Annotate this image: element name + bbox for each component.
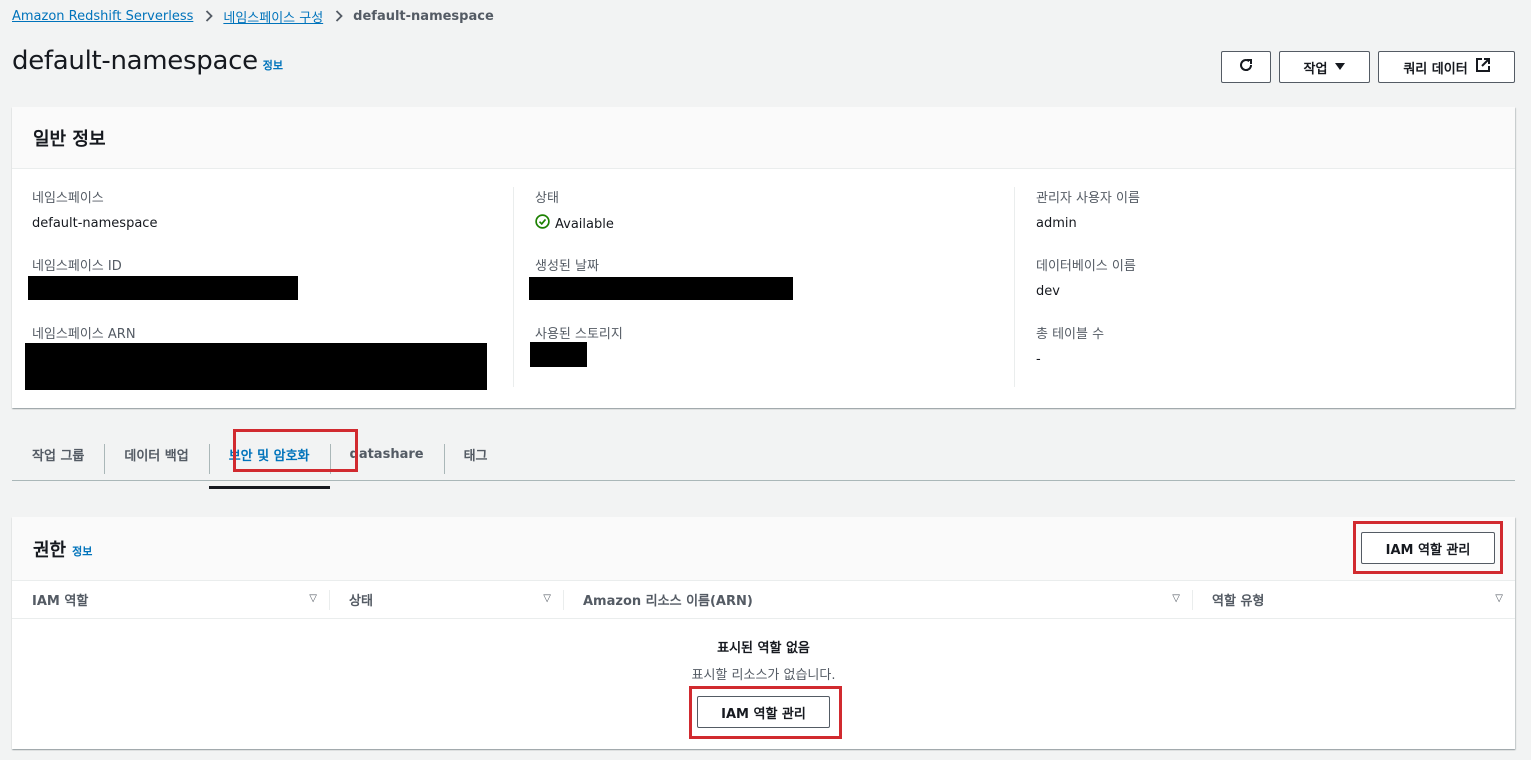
column-status-label: 상태 <box>349 594 373 609</box>
namespace-arn-label: 네임스페이스 ARN <box>32 327 136 342</box>
kv-admin-user: 관리자 사용자 이름 admin <box>1036 189 1504 255</box>
column-arn-label: Amazon 리소스 이름(ARN) <box>583 594 753 609</box>
general-info-header: 일반 정보 <box>12 107 1515 169</box>
roles-empty-state: 표시된 역할 없음 표시할 리소스가 없습니다. IAM 역할 관리 <box>12 619 1515 728</box>
storage-label: 사용된 스토리지 <box>535 327 623 342</box>
caret-down-icon <box>1335 60 1346 75</box>
refresh-icon <box>1238 57 1254 77</box>
tab-datashare[interactable]: datashare <box>329 436 444 474</box>
table-count-value: - <box>1036 352 1041 367</box>
general-info-column-3: 관리자 사용자 이름 admin 데이터베이스 이름 dev 총 테이블 수 - <box>1014 187 1504 387</box>
breadcrumb-current: default-namespace <box>353 8 494 24</box>
namespace-label: 네임스페이스 <box>32 191 104 206</box>
sort-down-icon[interactable]: ▽ <box>1495 593 1503 604</box>
kv-database: 데이터베이스 이름 dev <box>1036 257 1504 323</box>
roles-table-header: IAM 역할 ▽ 상태 ▽ Amazon 리소스 이름(ARN) ▽ 역할 유형… <box>12 581 1515 619</box>
kv-namespace: 네임스페이스 default-namespace <box>32 189 512 255</box>
header-actions: 작업 쿼리 데이터 <box>1221 51 1515 83</box>
column-header-arn[interactable]: Amazon 리소스 이름(ARN) ▽ <box>563 581 1192 618</box>
column-header-iam-role[interactable]: IAM 역할 ▽ <box>12 581 329 618</box>
column-header-status[interactable]: 상태 ▽ <box>329 581 563 618</box>
chevron-right-icon <box>335 10 343 22</box>
redacted-namespace-id <box>28 276 298 300</box>
redacted-created-date <box>529 277 793 300</box>
status-label: 상태 <box>535 191 559 206</box>
table-count-label: 총 테이블 수 <box>1036 327 1105 342</box>
empty-title: 표시된 역할 없음 <box>717 641 810 656</box>
status-value: Available <box>555 217 614 232</box>
permissions-header: 권한 정보 IAM 역할 관리 <box>12 517 1515 581</box>
kv-status: 상태 Available <box>535 189 1013 255</box>
manage-iam-roles-button[interactable]: IAM 역할 관리 <box>1361 532 1495 564</box>
permissions-title: 권한 <box>33 539 67 561</box>
chevron-right-icon <box>205 10 214 22</box>
check-circle-icon <box>535 214 550 236</box>
sort-down-icon[interactable]: ▽ <box>543 593 551 604</box>
external-link-icon <box>1475 58 1490 76</box>
query-data-label: 쿼리 데이터 <box>1403 61 1468 77</box>
empty-manage-iam-roles-button[interactable]: IAM 역할 관리 <box>697 696 830 728</box>
tab-bar: 작업 그룹 데이터 백업 보안 및 암호화 datashare 태그 <box>12 428 1515 489</box>
sort-down-icon[interactable]: ▽ <box>1172 593 1180 604</box>
database-value: dev <box>1036 284 1060 299</box>
general-info-title: 일반 정보 <box>33 128 106 150</box>
breadcrumb-link-namespace-config[interactable]: 네임스페이스 구성 <box>223 7 323 26</box>
empty-subtitle: 표시할 리소스가 없습니다. <box>691 668 836 683</box>
tab-workgroups[interactable]: 작업 그룹 <box>12 436 104 472</box>
page-title: default-namespace <box>12 46 258 76</box>
query-data-button[interactable]: 쿼리 데이터 <box>1378 51 1515 83</box>
tab-security-encryption[interactable]: 보안 및 암호화 <box>208 436 330 489</box>
column-iam-role-label: IAM 역할 <box>32 594 89 609</box>
sort-down-icon[interactable]: ▽ <box>309 593 317 604</box>
status-indicator: Available <box>535 214 1013 236</box>
breadcrumb: Amazon Redshift Serverless 네임스페이스 구성 def… <box>12 6 494 26</box>
namespace-value: default-namespace <box>32 216 158 231</box>
kv-table-count: 총 테이블 수 - <box>1036 325 1504 391</box>
tab-tags[interactable]: 태그 <box>443 436 508 474</box>
redacted-storage <box>530 342 587 367</box>
actions-label: 작업 <box>1303 61 1328 77</box>
permissions-panel: 권한 정보 IAM 역할 관리 IAM 역할 ▽ 상태 ▽ Amazon 리소스… <box>12 517 1515 749</box>
column-header-role-type[interactable]: 역할 유형 ▽ <box>1192 581 1515 618</box>
page-header: default-namespace 정보 <box>12 46 283 76</box>
tab-data-backup[interactable]: 데이터 백업 <box>104 436 208 474</box>
redacted-namespace-arn <box>25 343 487 390</box>
admin-user-value: admin <box>1036 216 1077 231</box>
actions-dropdown-button[interactable]: 작업 <box>1279 51 1370 83</box>
namespace-id-label: 네임스페이스 ID <box>32 259 122 274</box>
column-role-type-label: 역할 유형 <box>1212 594 1265 609</box>
database-label: 데이터베이스 이름 <box>1036 259 1136 274</box>
refresh-button[interactable] <box>1221 51 1271 83</box>
admin-user-label: 관리자 사용자 이름 <box>1036 191 1140 206</box>
created-label: 생성된 날짜 <box>535 259 599 274</box>
kv-storage: 사용된 스토리지 <box>535 325 1013 391</box>
permissions-info-link[interactable]: 정보 <box>72 543 92 559</box>
breadcrumb-link-redshift-serverless[interactable]: Amazon Redshift Serverless <box>12 9 193 24</box>
info-link[interactable]: 정보 <box>263 57 283 73</box>
